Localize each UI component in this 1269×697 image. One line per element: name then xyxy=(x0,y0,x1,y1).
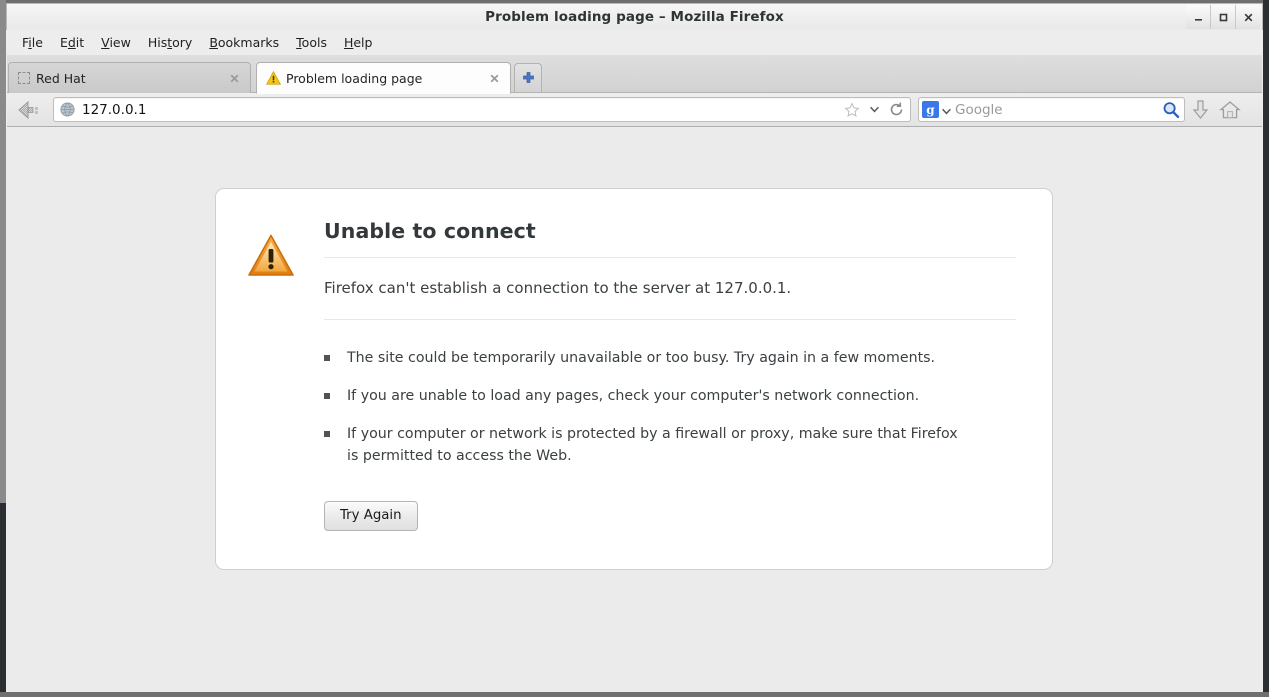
list-item: If you are unable to load any pages, che… xyxy=(324,385,963,407)
menu-item-tools[interactable]: Tools xyxy=(288,32,336,53)
list-item: The site could be temporarily unavailabl… xyxy=(324,347,963,369)
error-description: Firefox can't establish a connection to … xyxy=(324,278,792,297)
warning-triangle-icon xyxy=(266,71,281,85)
warning-triangle-icon xyxy=(248,234,294,276)
try-again-button[interactable]: Try Again xyxy=(324,501,418,532)
menu-bar: File Edit View History Bookmarks Tools H… xyxy=(7,30,1262,55)
placeholder-favicon-icon xyxy=(18,72,30,84)
menu-item-history[interactable]: History xyxy=(140,32,201,53)
navigation-toolbar: 127.0.0.1 g Google xyxy=(7,93,1262,127)
menu-item-view[interactable]: View xyxy=(93,32,140,53)
window-right-edge xyxy=(1263,0,1269,697)
url-bar-actions xyxy=(842,99,908,120)
search-input[interactable]: Google xyxy=(955,102,1161,118)
search-engine-chevron-down-icon[interactable] xyxy=(942,100,951,119)
menu-item-bookmarks[interactable]: Bookmarks xyxy=(201,32,288,53)
back-forward-button[interactable] xyxy=(11,97,51,123)
new-tab-button[interactable] xyxy=(514,63,542,92)
error-header-row: Unable to connect Firefox can't establis… xyxy=(247,219,1016,532)
menu-item-help[interactable]: Help xyxy=(336,32,382,53)
magnifier-icon[interactable] xyxy=(1161,99,1181,120)
minimize-button[interactable] xyxy=(1186,5,1210,29)
tab-problem-loading-page[interactable]: Problem loading page xyxy=(256,62,511,94)
menu-item-file[interactable]: File xyxy=(14,32,52,53)
download-arrow-icon xyxy=(1192,99,1208,119)
bookmark-star-icon[interactable] xyxy=(842,99,862,120)
title-bar[interactable]: Problem loading page – Mozilla Firefox xyxy=(6,3,1263,30)
tab-close-icon[interactable] xyxy=(486,70,502,86)
menu-item-edit[interactable]: Edit xyxy=(52,32,93,53)
window-controls xyxy=(1186,5,1260,29)
close-button[interactable] xyxy=(1235,5,1260,29)
firefox-window: Problem loading page – Mozilla Firefox F… xyxy=(0,0,1269,697)
tab-red-hat[interactable]: Red Hat xyxy=(8,62,251,93)
tab-strip: Red Hat Problem loading page xyxy=(7,55,1262,94)
downloads-button[interactable] xyxy=(1185,96,1215,124)
page-title: Unable to connect xyxy=(324,219,536,243)
back-arrow-icon xyxy=(18,100,39,119)
home-icon xyxy=(1219,100,1241,118)
plus-icon xyxy=(522,71,534,83)
globe-icon xyxy=(60,102,75,117)
error-card: Unable to connect Firefox can't establis… xyxy=(215,188,1053,570)
tab-close-icon[interactable] xyxy=(226,70,242,86)
url-text[interactable]: 127.0.0.1 xyxy=(82,102,842,118)
search-engine-badge-icon[interactable]: g xyxy=(922,101,939,118)
error-card-inner: Unable to connect Firefox can't establis… xyxy=(247,219,1016,532)
suggestion-list: The site could be temporarily unavailabl… xyxy=(324,320,1016,467)
tab-label: Red Hat xyxy=(36,70,86,86)
url-bar[interactable]: 127.0.0.1 xyxy=(53,97,911,122)
reload-icon[interactable] xyxy=(886,99,906,120)
window-bottom-edge xyxy=(0,692,1269,697)
error-text-column: Unable to connect Firefox can't establis… xyxy=(324,219,1016,532)
home-button[interactable] xyxy=(1215,96,1245,124)
search-bar[interactable]: g Google xyxy=(918,97,1185,122)
window-left-edge-lower xyxy=(0,503,6,697)
list-item: If your computer or network is protected… xyxy=(324,423,963,467)
window-title: Problem loading page – Mozilla Firefox xyxy=(485,9,784,25)
url-dropdown-chevron-down-icon[interactable] xyxy=(864,99,884,120)
maximize-button[interactable] xyxy=(1210,5,1235,29)
page-content-area: Unable to connect Firefox can't establis… xyxy=(7,128,1262,692)
tab-label: Problem loading page xyxy=(286,70,423,86)
